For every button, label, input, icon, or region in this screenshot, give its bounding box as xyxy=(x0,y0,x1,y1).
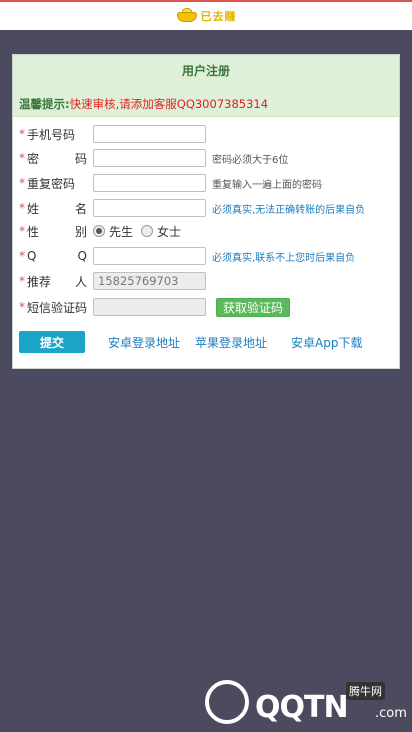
required-mark: * xyxy=(19,201,25,215)
top-bar: 已去赚 xyxy=(0,0,412,30)
referrer-label: 推荐人 xyxy=(27,274,87,289)
apple-login-link[interactable]: 苹果登录地址 xyxy=(195,334,267,351)
watermark-logo-icon xyxy=(205,680,249,724)
required-mark: * xyxy=(19,274,25,288)
row-name: * 姓名 必须真实,无法正确转账的后果自负 xyxy=(19,198,365,218)
notice-label: 温馨提示: xyxy=(19,97,70,111)
submit-button[interactable]: 提交 xyxy=(19,331,85,353)
qq-input[interactable] xyxy=(93,247,206,265)
required-mark: * xyxy=(19,127,25,141)
required-mark: * xyxy=(19,224,25,238)
row-referrer: * 推荐人 xyxy=(19,271,206,291)
android-login-link[interactable]: 安卓登录地址 xyxy=(108,334,180,351)
required-mark: * xyxy=(19,176,25,190)
required-mark: * xyxy=(19,151,25,165)
phone-label: 手机号码 xyxy=(27,127,76,142)
page-title: 用户注册 xyxy=(181,64,230,78)
row-qq: * QQ 必须真实,联系不上您时后果自负 xyxy=(19,246,355,266)
notice: 温馨提示:快速审核,请添加客服QQ3007385314 xyxy=(19,96,268,112)
password-input[interactable] xyxy=(93,149,206,167)
site-logo[interactable]: 已去赚 xyxy=(176,8,237,24)
password-label: 密码 xyxy=(27,151,87,166)
row-phone: * 手机号码 xyxy=(19,124,206,144)
watermark-text: QQTN xyxy=(255,690,349,725)
logo-text: 已去赚 xyxy=(200,10,237,23)
repeat-password-hint: 重复输入一遍上面的密码 xyxy=(212,179,322,191)
gender-male-radio[interactable] xyxy=(93,225,105,237)
name-input[interactable] xyxy=(93,199,206,217)
row-sms-code: * 短信验证码 获取验证码 xyxy=(19,297,291,317)
name-hint: 必须真实,无法正确转账的后果自负 xyxy=(212,204,366,216)
registration-card: 用户注册 温馨提示:快速审核,请添加客服QQ3007385314 * 手机号码 … xyxy=(12,54,400,369)
gender-female-label[interactable]: 女士 xyxy=(157,223,181,240)
qq-hint: 必须真实,联系不上您时后果自负 xyxy=(212,252,356,264)
required-mark: * xyxy=(19,300,25,314)
get-sms-code-button[interactable]: 获取验证码 xyxy=(216,297,291,317)
form-actions: 提交 安卓登录地址 苹果登录地址 安卓App下载 xyxy=(19,331,362,353)
name-label: 姓名 xyxy=(27,201,87,216)
row-gender: * 性别 先生 女士 xyxy=(19,221,189,241)
referrer-input xyxy=(93,272,206,290)
row-password: * 密码 密码必须大于6位 xyxy=(19,148,288,168)
gender-male-label[interactable]: 先生 xyxy=(109,223,133,240)
qq-label: QQ xyxy=(27,249,87,263)
gender-female-radio[interactable] xyxy=(141,225,154,237)
gold-ingot-icon xyxy=(176,8,198,24)
watermark-badge: 腾牛网 xyxy=(346,682,385,700)
repeat-password-label: 重复密码 xyxy=(27,176,76,191)
phone-input[interactable] xyxy=(93,125,206,143)
android-app-download-link[interactable]: 安卓App下载 xyxy=(291,334,362,351)
watermark-suffix: .com xyxy=(375,706,407,721)
required-mark: * xyxy=(19,249,25,263)
card-header: 用户注册 温馨提示:快速审核,请添加客服QQ3007385314 xyxy=(13,55,399,117)
password-hint: 密码必须大于6位 xyxy=(212,154,289,166)
sms-code-input[interactable] xyxy=(93,298,206,316)
repeat-password-input[interactable] xyxy=(93,174,206,192)
sms-code-label: 短信验证码 xyxy=(27,300,88,315)
gender-label: 性别 xyxy=(27,224,87,239)
notice-text: 快速审核,请添加客服QQ3007385314 xyxy=(69,97,269,111)
row-repeat-password: * 重复密码 重复输入一遍上面的密码 xyxy=(19,173,322,193)
watermark: QQTN 腾牛网 .com xyxy=(205,676,407,726)
